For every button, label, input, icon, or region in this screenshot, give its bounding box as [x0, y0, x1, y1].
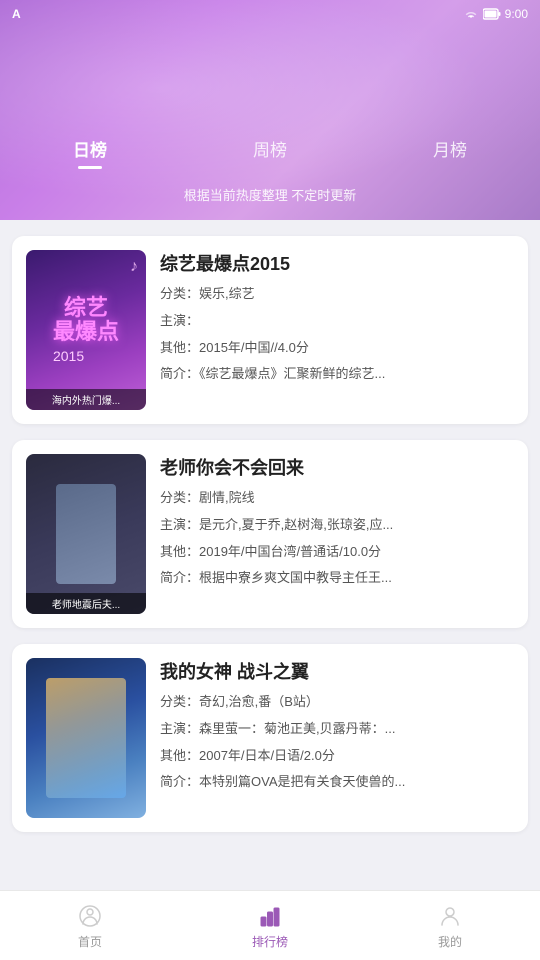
- person-silhouette: [56, 484, 116, 584]
- nav-ranking-label: 排行榜: [252, 933, 288, 950]
- nav-home-label: 首页: [78, 933, 102, 950]
- thumb-logo-text: 综艺最爆点: [53, 296, 119, 344]
- thumbnail-variety: ♪ 综艺最爆点 2015 海内外热门爆...: [26, 250, 146, 410]
- tabs-container: 日榜 周榜 月榜: [0, 128, 540, 169]
- hero-section: 日榜 周榜 月榜 根据当前热度整理 不定时更新: [0, 0, 540, 220]
- card-desc: 简介：本特别篇OVA是把有关食天使兽的...: [160, 772, 514, 793]
- card-title: 老师你会不会回来: [160, 454, 514, 480]
- card-cast: 主演：: [160, 311, 514, 332]
- battery-icon: [483, 8, 501, 20]
- status-right: 9:00: [463, 7, 528, 21]
- thumb-year: 2015: [53, 348, 119, 364]
- anime-figure: [46, 678, 126, 798]
- card-desc: 简介：《综艺最爆点》汇聚新鲜的综艺...: [160, 364, 514, 385]
- list-item[interactable]: 我的女神 战斗之翼 分类：奇幻,治愈,番（B站） 主演：森里萤一：菊池正美,贝露…: [12, 644, 528, 832]
- status-bar: A 9:00: [0, 0, 540, 28]
- card-category: 分类：奇幻,治愈,番（B站）: [160, 692, 514, 713]
- card-cast: 主演：森里萤一：菊池正美,贝露丹蒂：...: [160, 719, 514, 740]
- card-category: 分类：娱乐,综艺: [160, 284, 514, 305]
- card-info-teacher: 老师你会不会回来 分类：剧情,院线 主演：是元介,夏于乔,赵树海,张琼姿,应..…: [160, 454, 514, 614]
- thumb-banner: 老师地震后夫...: [26, 593, 146, 614]
- card-category: 分类：剧情,院线: [160, 488, 514, 509]
- nav-ranking[interactable]: 排行榜: [180, 902, 360, 950]
- card-info-variety: 综艺最爆点2015 分类：娱乐,综艺 主演： 其他：2015年/中国//4.0分…: [160, 250, 514, 410]
- card-other: 其他：2007年/日本/日语/2.0分: [160, 746, 514, 767]
- card-title: 我的女神 战斗之翼: [160, 658, 514, 684]
- nav-home[interactable]: 首页: [0, 902, 180, 950]
- list-item[interactable]: 老师地震后夫... 老师你会不会回来 分类：剧情,院线 主演：是元介,夏于乔,赵…: [12, 440, 528, 628]
- bottom-nav: 首页 排行榜 我的: [0, 890, 540, 960]
- thumbnail-teacher: 老师地震后夫...: [26, 454, 146, 614]
- tab-daily[interactable]: 日榜: [0, 128, 180, 169]
- card-info-anime: 我的女神 战斗之翼 分类：奇幻,治愈,番（B站） 主演：森里萤一：菊池正美,贝露…: [160, 658, 514, 818]
- card-cast: 主演：是元介,夏于乔,赵树海,张琼姿,应...: [160, 515, 514, 536]
- content-area: ♪ 综艺最爆点 2015 海内外热门爆... 综艺最爆点2015 分类：娱乐,综…: [0, 220, 540, 928]
- thumb-banner: 海内外热门爆...: [26, 389, 146, 410]
- chart-icon: [256, 902, 284, 930]
- card-other: 其他：2015年/中国//4.0分: [160, 338, 514, 359]
- user-icon: [436, 902, 464, 930]
- card-title: 综艺最爆点2015: [160, 250, 514, 276]
- app-icon: A: [12, 7, 21, 21]
- nav-profile[interactable]: 我的: [360, 902, 540, 950]
- card-desc: 简介：根据中寮乡爽文国中教导主任王...: [160, 568, 514, 589]
- nav-profile-label: 我的: [438, 933, 462, 950]
- thumbnail-anime: [26, 658, 146, 818]
- time: 9:00: [505, 7, 528, 21]
- wifi-icon: [463, 8, 479, 20]
- music-note-icon: ♪: [130, 258, 138, 276]
- list-item[interactable]: ♪ 综艺最爆点 2015 海内外热门爆... 综艺最爆点2015 分类：娱乐,综…: [12, 236, 528, 424]
- home-icon: [76, 902, 104, 930]
- tab-monthly[interactable]: 月榜: [360, 128, 540, 169]
- card-other: 其他：2019年/中国台湾/普通话/10.0分: [160, 542, 514, 563]
- tab-weekly[interactable]: 周榜: [180, 128, 360, 169]
- hero-subtitle: 根据当前热度整理 不定时更新: [184, 185, 357, 204]
